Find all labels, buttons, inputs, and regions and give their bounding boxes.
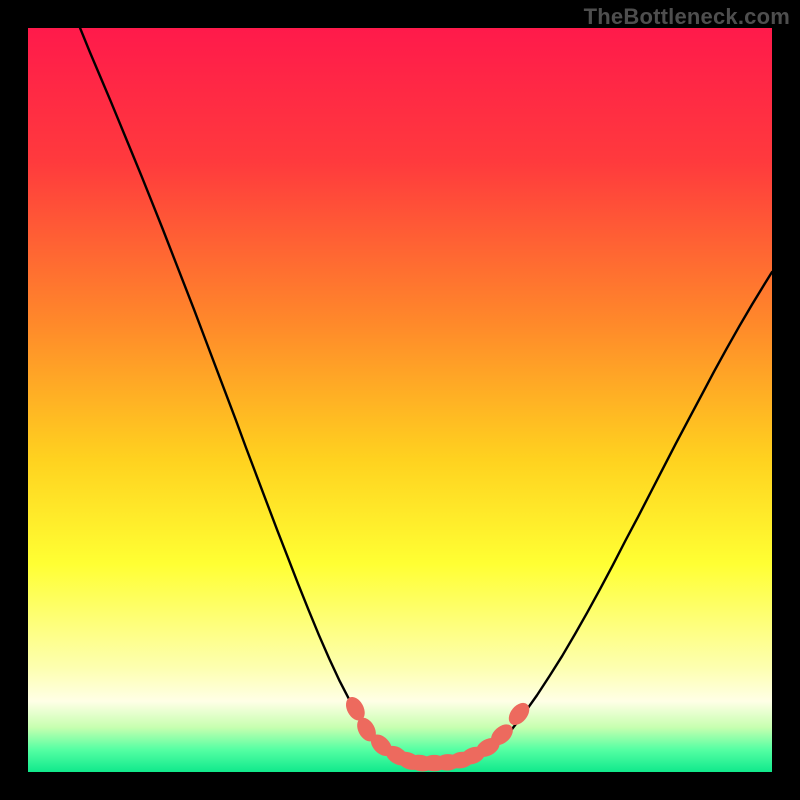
watermark-text: TheBottleneck.com xyxy=(584,4,790,30)
plot-area xyxy=(28,28,772,772)
gradient-background xyxy=(28,28,772,772)
chart-svg xyxy=(28,28,772,772)
chart-frame: TheBottleneck.com xyxy=(0,0,800,800)
